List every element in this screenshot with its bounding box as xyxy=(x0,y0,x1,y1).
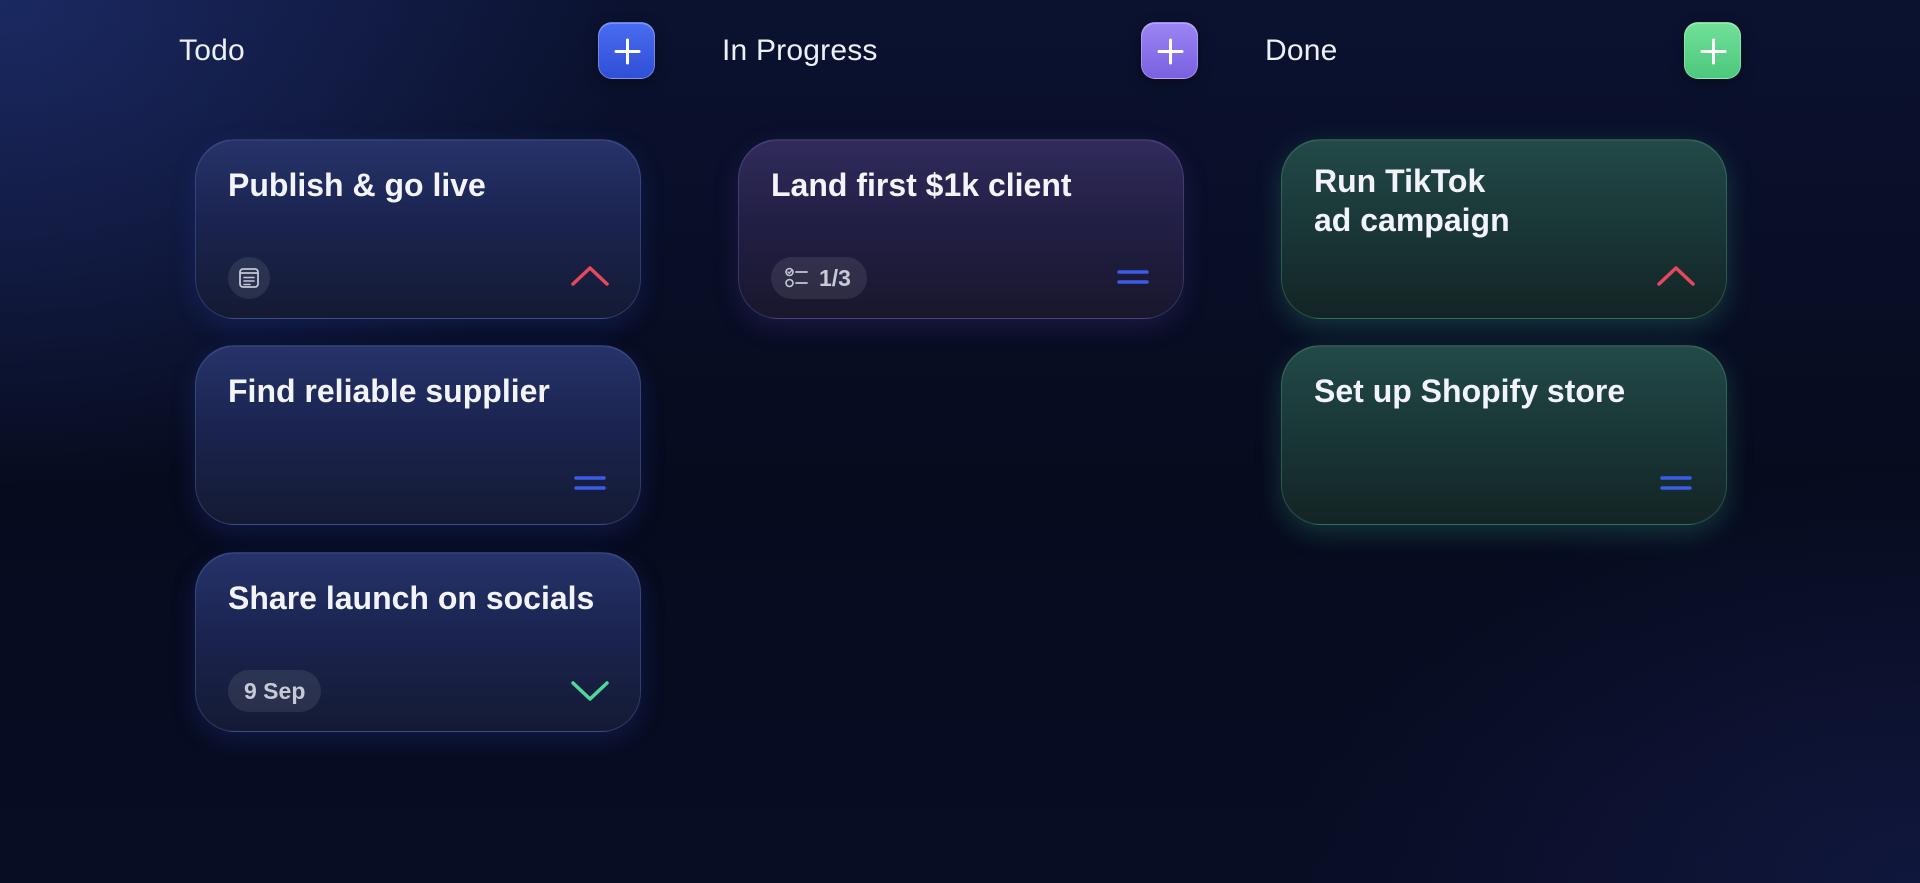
column-in-progress: In Progress Land first $1k client 1/3 xyxy=(722,0,1302,883)
priority-medium-indicator xyxy=(1113,262,1153,292)
priority-medium-indicator xyxy=(1656,468,1696,498)
task-card[interactable]: Share launch on socials 9 Sep xyxy=(195,552,641,732)
column-header-done: Done xyxy=(1265,22,1845,79)
kanban-board: Todo Publish & go live Find reliable sup… xyxy=(0,0,1920,883)
card-title: Run TikTok ad campaign xyxy=(1314,163,1510,238)
column-title-in-progress: In Progress xyxy=(722,34,878,67)
note-icon xyxy=(239,268,259,288)
equals-icon xyxy=(1117,270,1149,284)
task-card[interactable]: Run TikTok ad campaign xyxy=(1281,139,1727,319)
plus-icon xyxy=(1700,38,1727,65)
priority-low-indicator xyxy=(570,675,610,705)
column-header-todo: Todo xyxy=(179,22,759,79)
priority-high-indicator xyxy=(570,262,610,292)
task-card[interactable]: Publish & go live xyxy=(195,139,641,319)
column-title-todo: Todo xyxy=(179,34,245,67)
card-title: Set up Shopify store xyxy=(1314,373,1626,409)
checklist-progress: 1/3 xyxy=(819,265,851,291)
card-title: Land first $1k client xyxy=(771,167,1072,203)
chevron-down-icon xyxy=(571,681,609,701)
task-card[interactable]: Land first $1k client 1/3 xyxy=(738,139,1184,319)
chevron-up-icon xyxy=(1657,266,1695,286)
plus-icon xyxy=(614,38,641,65)
card-title: Share launch on socials xyxy=(228,580,595,616)
column-done: Done Run TikTok ad campaign Set up Shopi… xyxy=(1265,0,1845,883)
task-card[interactable]: Set up Shopify store xyxy=(1281,345,1727,525)
due-date-badge: 9 Sep xyxy=(228,670,322,712)
add-card-button-in-progress[interactable] xyxy=(1141,22,1198,79)
column-header-in-progress: In Progress xyxy=(722,22,1302,79)
card-title: Find reliable supplier xyxy=(228,373,550,409)
card-title: Publish & go live xyxy=(228,167,486,203)
plus-icon xyxy=(1157,38,1184,65)
chevron-up-icon xyxy=(571,266,609,286)
add-card-button-done[interactable] xyxy=(1684,22,1741,79)
add-card-button-todo[interactable] xyxy=(598,22,655,79)
column-todo: Todo Publish & go live Find reliable sup… xyxy=(179,0,759,883)
task-card[interactable]: Find reliable supplier xyxy=(195,345,641,525)
column-title-done: Done xyxy=(1265,34,1338,67)
equals-icon xyxy=(1660,476,1692,490)
checklist-badge: 1/3 xyxy=(771,257,867,299)
checklist-icon xyxy=(785,267,808,288)
note-tag xyxy=(228,257,270,299)
priority-medium-indicator xyxy=(570,468,610,498)
equals-icon xyxy=(574,476,606,490)
priority-high-indicator xyxy=(1656,262,1696,292)
